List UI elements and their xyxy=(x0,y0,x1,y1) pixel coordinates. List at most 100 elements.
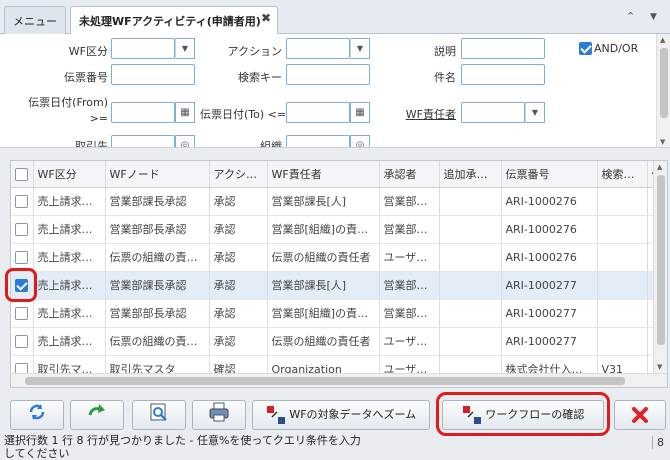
table-cell: ARI-1000276 xyxy=(501,215,598,244)
calendar-icon[interactable]: ▦ xyxy=(350,102,370,123)
highlight-checked-row xyxy=(5,268,37,302)
table-cell xyxy=(439,215,502,244)
refresh-icon xyxy=(29,404,45,420)
denpyo-no-input[interactable] xyxy=(111,64,195,85)
redo-arrow-icon xyxy=(88,404,105,416)
table-cell: 承認 xyxy=(209,215,268,244)
soshiki-input[interactable] xyxy=(286,135,350,147)
table-cell xyxy=(597,271,648,300)
torihikisaki-input[interactable] xyxy=(111,135,175,147)
preview-button[interactable] xyxy=(132,400,186,430)
grid-vertical-scrollbar[interactable]: ▲ ▼ xyxy=(653,161,667,373)
dropdown-menu-icon[interactable]: ▼ xyxy=(650,12,657,22)
table-cell xyxy=(439,187,502,216)
row-checkbox[interactable] xyxy=(15,194,28,208)
scroll-down-icon[interactable]: ▼ xyxy=(660,138,665,146)
table-row[interactable]: 売上請求伝票 伝票の組織の責任者 承認 伝票の組織の責任者 ユーザー... ARI-100… xyxy=(11,327,667,356)
zoom-across-icon xyxy=(266,406,285,424)
wf-owner-select[interactable] xyxy=(461,102,525,123)
table-cell xyxy=(439,299,502,328)
table-cell: ユーザー... xyxy=(379,327,440,356)
table-cell xyxy=(597,243,648,272)
zoom-to-wf-data-button[interactable]: WFの対象データへズーム xyxy=(252,400,430,430)
table-row[interactable]: 売上請求伝票 営業部部長承認 承認 営業部[組織]の責任者 営業部部長 ARI-10002… xyxy=(11,299,667,328)
and-or-checkbox[interactable] xyxy=(579,42,592,55)
print-button[interactable] xyxy=(192,400,246,430)
search-icon[interactable]: ◎ xyxy=(350,135,370,147)
col-header[interactable]: 検索キー xyxy=(597,161,648,188)
close-icon[interactable]: ✖ xyxy=(261,11,271,25)
row-select-cell[interactable] xyxy=(11,215,34,244)
scrollbar-thumb[interactable] xyxy=(25,377,625,385)
table-cell: ARI-1000276 xyxy=(501,187,598,216)
row-checkbox[interactable] xyxy=(15,250,28,264)
tab-menu[interactable]: メニュー xyxy=(4,6,66,34)
table-cell xyxy=(439,271,502,300)
table-cell: 営業部部長承認 xyxy=(105,299,210,328)
label-partial-torihikisaki: 取引先 xyxy=(75,140,108,148)
date-to-input[interactable] xyxy=(286,102,350,123)
table-row[interactable]: 売上請求伝票 営業部課長承認 承認 営業部課長[人] 営業部課長 ARI-1000276 xyxy=(11,187,667,216)
table-cell: 承認 xyxy=(209,187,268,216)
table-row[interactable]: 売上請求伝票 伝票の組織の責任者 承認 伝票の組織の責任者 ユーザー... ARI-100… xyxy=(11,243,667,272)
select-all-cell[interactable] xyxy=(11,161,34,188)
row-select-cell[interactable] xyxy=(11,327,34,356)
table-cell xyxy=(439,327,502,356)
table-cell: 承認 xyxy=(209,299,268,328)
calendar-icon[interactable]: ▦ xyxy=(175,102,195,123)
action-select[interactable] xyxy=(286,38,350,59)
chevron-down-icon[interactable]: ▼ xyxy=(175,38,195,59)
table-cell: 売上請求伝票 xyxy=(33,299,106,328)
table-cell: ARI-1000277 xyxy=(501,271,598,300)
select-all-checkbox[interactable] xyxy=(15,167,28,181)
row-select-cell[interactable] xyxy=(11,187,34,216)
row-select-cell[interactable] xyxy=(11,299,34,328)
scrollbar-thumb[interactable] xyxy=(660,48,668,118)
row-select-cell[interactable] xyxy=(11,243,34,272)
col-header[interactable]: WF責任者 xyxy=(267,161,380,188)
scroll-down-icon[interactable]: ▼ xyxy=(657,363,662,371)
chevron-down-icon[interactable]: ▼ xyxy=(350,38,370,59)
scroll-up-icon[interactable]: ▲ xyxy=(657,163,662,171)
label-wf-kubun: WF区分 xyxy=(68,45,108,58)
row-checkbox[interactable] xyxy=(15,222,28,236)
search-icon[interactable]: ◎ xyxy=(175,135,195,147)
col-header[interactable]: 伝票番号 xyxy=(501,161,598,188)
row-checkbox[interactable] xyxy=(15,306,28,320)
kenmei-input[interactable] xyxy=(461,64,545,85)
scrollbar-thumb[interactable] xyxy=(657,175,665,345)
table-cell: 売上請求伝票 xyxy=(33,327,106,356)
scroll-up-icon[interactable]: ▲ xyxy=(660,36,665,44)
col-header[interactable]: アクション xyxy=(209,161,268,188)
col-header[interactable]: 追加承認者 xyxy=(439,161,502,188)
redo-button[interactable] xyxy=(70,400,124,430)
table-cell: 売上請求伝票 xyxy=(33,271,106,300)
table-row[interactable]: 売上請求伝票 営業部課長承認 承認 営業部課長[人] 営業部課長 ARI-1000277 xyxy=(11,271,667,300)
label-wf-owner[interactable]: WF責任者 xyxy=(400,106,456,122)
description-input[interactable] xyxy=(461,38,545,59)
date-from-input[interactable] xyxy=(111,102,175,123)
filter-scrollbar[interactable]: ▲ ▼ xyxy=(656,34,670,147)
table-cell: 営業部課長 xyxy=(379,271,440,300)
table-cell: 営業部部長 xyxy=(379,299,440,328)
tab-active-label: 未処理WFアクティビティ(申請者用) xyxy=(79,15,261,28)
zoom-button-label: WFの対象データへズーム xyxy=(289,408,417,421)
label-kensaku-key: 検索キー xyxy=(238,71,282,84)
cancel-button[interactable] xyxy=(614,400,666,430)
col-header[interactable]: WF区分 xyxy=(33,161,106,188)
tab-unprocessed-wf-activity[interactable]: 未処理WFアクティビティ(申請者用) ✖ xyxy=(70,6,278,35)
table-cell: 営業部[組織]の責任者 xyxy=(267,299,380,328)
label-denpyo-no: 伝票番号 xyxy=(64,71,108,84)
table-cell: 承認 xyxy=(209,327,268,356)
col-header[interactable]: WFノード xyxy=(105,161,210,188)
table-cell: 伝票の組織の責任者 xyxy=(267,327,380,356)
wf-kubun-select[interactable] xyxy=(111,38,175,59)
kensaku-key-input[interactable] xyxy=(286,64,370,85)
row-checkbox[interactable] xyxy=(15,334,28,348)
col-header[interactable]: 承認者 xyxy=(379,161,440,188)
chevron-down-icon[interactable]: ▼ xyxy=(525,102,545,123)
table-row[interactable]: 売上請求伝票 営業部部長承認 承認 営業部[組織]の責任者 営業部部長 ARI-10002… xyxy=(11,215,667,244)
grid-horizontal-scrollbar[interactable] xyxy=(11,373,667,387)
collapse-up-icon[interactable]: ⌃ xyxy=(626,10,635,23)
refresh-button[interactable] xyxy=(10,400,64,430)
